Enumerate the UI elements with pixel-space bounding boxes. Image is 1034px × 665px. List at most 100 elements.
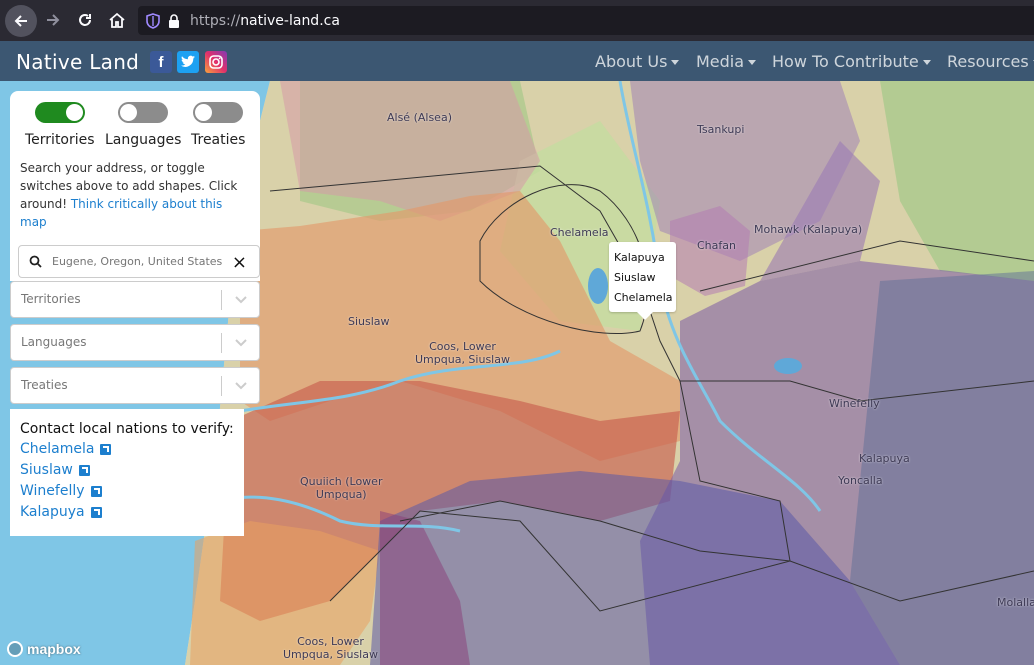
- contact-title: Contact local nations to verify:: [20, 421, 234, 437]
- caret-down-icon: [922, 60, 931, 65]
- map-label-coos-upper: Coos, Lower Umpqua, Siuslaw: [415, 340, 510, 366]
- map-label-tsankupi: Tsankupi: [697, 123, 745, 136]
- map-popup: Kalapuya Siuslaw Chelamela: [609, 242, 676, 320]
- external-link-icon: [90, 506, 102, 518]
- popup-line: Chelamela: [614, 291, 673, 304]
- toggle-knob: [66, 104, 83, 121]
- lake: [588, 268, 608, 304]
- contact-nations-box: Contact local nations to verify: Chelame…: [10, 409, 244, 536]
- map-label-siuslaw: Siuslaw: [348, 315, 390, 328]
- forward-button[interactable]: [38, 5, 68, 35]
- toggle-territories[interactable]: [35, 102, 85, 123]
- dropdown-languages[interactable]: Languages: [10, 324, 260, 361]
- home-button[interactable]: [102, 5, 132, 35]
- map-label-coos-lower-line2: Umpqua, Siuslaw: [283, 648, 378, 661]
- browser-toolbar: https://native-land.ca: [0, 0, 1034, 41]
- address-bar[interactable]: https://native-land.ca: [138, 6, 1034, 35]
- dropdown-separator: [221, 290, 222, 310]
- lock-icon[interactable]: [168, 13, 180, 28]
- map-label-yoncalla: Yoncalla: [838, 474, 883, 487]
- toggle-treaties[interactable]: [193, 102, 243, 123]
- nation-link-label: Siuslaw: [20, 462, 73, 478]
- map-label-winefelly: Winefelly: [829, 397, 880, 410]
- nation-link-label: Kalapuya: [20, 504, 85, 520]
- map-label-alse: Alsé (Alsea): [387, 111, 452, 124]
- arrow-left-icon: [14, 15, 27, 27]
- dropdown-separator: [221, 333, 222, 353]
- menu-about-us[interactable]: About Us: [595, 52, 680, 71]
- map-label-chafan: Chafan: [697, 239, 736, 252]
- map-label-kalapuya: Kalapuya: [859, 452, 910, 465]
- dropdown-territories-label: Territories: [21, 292, 81, 306]
- tracking-shield-icon[interactable]: [146, 12, 160, 29]
- twitter-icon[interactable]: [177, 51, 199, 73]
- twitter-bird-icon: [181, 55, 195, 67]
- chevron-down-icon: [235, 339, 247, 347]
- back-button[interactable]: [5, 5, 37, 37]
- toggle-knob: [195, 104, 212, 121]
- toggle-territories-label[interactable]: Territories: [25, 132, 95, 148]
- popup-tip: [637, 312, 653, 320]
- map-label-coos-lower: Coos, Lower Umpqua, Siuslaw: [283, 635, 378, 661]
- instagram-icon[interactable]: [205, 51, 227, 73]
- clear-search-button[interactable]: ×: [232, 252, 247, 273]
- mapbox-text: mapbox: [27, 641, 81, 657]
- map-label-quuiich-line1: Quuiich (Lower: [300, 475, 383, 488]
- external-link-icon: [100, 443, 112, 455]
- nation-link-kalapuya[interactable]: Kalapuya: [20, 503, 234, 521]
- toggle-languages[interactable]: [118, 102, 168, 123]
- dropdown-languages-label: Languages: [21, 335, 87, 349]
- site-navbar: Native Land f About Us Media How To Cont…: [0, 41, 1034, 81]
- menu-media-label: Media: [696, 52, 745, 71]
- mapbox-icon: [7, 641, 23, 657]
- nation-link-label: Chelamela: [20, 441, 95, 457]
- map-label-mohawk: Mohawk (Kalapuya): [754, 223, 863, 236]
- caret-down-icon: [748, 60, 757, 65]
- popup-line: Kalapuya: [614, 251, 665, 264]
- map-label-coos-line2: Umpqua, Siuslaw: [415, 353, 510, 366]
- external-link-icon: [78, 464, 90, 476]
- dropdown-territories[interactable]: Territories: [10, 281, 260, 318]
- search-icon: [29, 255, 42, 268]
- map-label-coos-line1: Coos, Lower: [429, 340, 496, 353]
- reload-button[interactable]: [70, 5, 100, 35]
- map-label-quuiich: Quuiich (Lower Umpqua): [300, 475, 382, 501]
- menu-how-to-contribute[interactable]: How To Contribute: [772, 52, 931, 71]
- nation-link-label: Winefelly: [20, 483, 85, 499]
- toggle-treaties-label[interactable]: Treaties: [191, 132, 245, 148]
- toggle-knob: [120, 104, 137, 121]
- menu-resources-label: Resources: [947, 52, 1029, 71]
- toggle-languages-label[interactable]: Languages: [105, 132, 181, 148]
- menu-about-us-label: About Us: [595, 52, 668, 71]
- mapbox-logo[interactable]: mapbox: [7, 641, 81, 657]
- facebook-icon[interactable]: f: [150, 51, 172, 73]
- url-host: native-land.ca: [240, 12, 340, 29]
- arrow-right-icon: [47, 14, 60, 26]
- url-text: https://native-land.ca: [190, 13, 340, 29]
- instagram-camera-icon: [209, 55, 223, 69]
- external-link-icon: [90, 485, 102, 497]
- nation-link-winefelly[interactable]: Winefelly: [20, 482, 234, 500]
- menu-how-to-contribute-label: How To Contribute: [772, 52, 919, 71]
- site-brand[interactable]: Native Land: [16, 50, 139, 74]
- nation-link-chelamela[interactable]: Chelamela: [20, 440, 234, 458]
- address-search[interactable]: ×: [18, 245, 260, 278]
- map-label-coos-lower-line1: Coos, Lower: [297, 635, 364, 648]
- search-input[interactable]: [52, 255, 222, 268]
- dropdown-treaties[interactable]: Treaties: [10, 367, 260, 404]
- map-label-quuiich-line2: Umpqua): [315, 488, 367, 501]
- map-label-molalla: Molalla: [997, 596, 1034, 609]
- home-icon: [109, 12, 125, 28]
- map-label-chelamela: Chelamela: [550, 226, 609, 239]
- menu-media[interactable]: Media: [696, 52, 757, 71]
- menu-resources[interactable]: Resources: [947, 52, 1034, 71]
- caret-down-icon: [671, 60, 680, 65]
- panel-hint: Search your address, or toggle switches …: [20, 159, 250, 231]
- url-scheme: https://: [190, 12, 241, 29]
- chevron-down-icon: [235, 382, 247, 390]
- dropdown-treaties-label: Treaties: [21, 378, 68, 392]
- popup-line: Siuslaw: [614, 271, 656, 284]
- nation-link-siuslaw[interactable]: Siuslaw: [20, 461, 234, 479]
- lake: [774, 358, 802, 374]
- reload-icon: [79, 14, 91, 26]
